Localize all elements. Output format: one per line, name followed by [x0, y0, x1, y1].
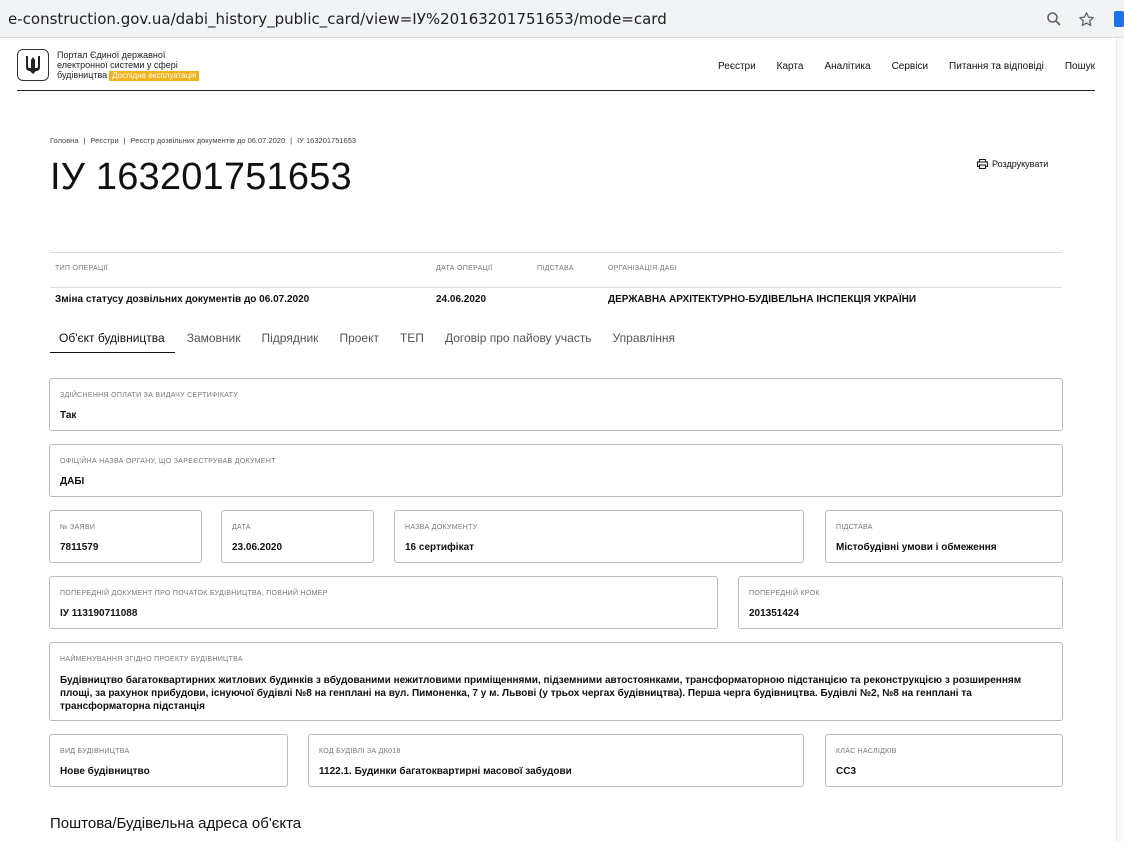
- print-button[interactable]: Роздрукувати: [977, 159, 1048, 169]
- field-value: Будівництво багатоквартирних житлових бу…: [60, 675, 1022, 712]
- field-label: КОД БУДІВЛІ ЗА ДК018: [319, 748, 401, 755]
- scrollbar[interactable]: [1116, 38, 1124, 842]
- section-title-address: Поштова/Будівельна адреса об'єкта: [50, 815, 302, 832]
- tab-tep[interactable]: ТЕП: [400, 329, 424, 353]
- tab-project[interactable]: Проект: [339, 329, 379, 353]
- cell-operation-type: Зміна статусу дозвільних документів до 0…: [55, 294, 310, 305]
- url-text[interactable]: e-construction.gov.ua/dabi_history_publi…: [8, 10, 667, 28]
- header-basis: ПІДСТАВА: [537, 265, 574, 272]
- field-value: 16 сертифікат: [405, 542, 475, 553]
- trident-logo-icon[interactable]: [17, 49, 49, 81]
- field-application-number: № ЗАЯВИ 7811579: [49, 510, 202, 563]
- field-label: ПІДСТАВА: [836, 524, 873, 531]
- field-value: ДАБІ: [60, 476, 85, 487]
- zoom-icon[interactable]: [1044, 9, 1064, 29]
- field-label: ВИД БУДІВНИЦТВА: [60, 748, 130, 755]
- printer-icon: [977, 159, 988, 169]
- cell-operation-date: 24.06.2020: [436, 294, 487, 305]
- field-label: ДАТА: [232, 524, 251, 531]
- field-consequence-class: КЛАС НАСЛІДКІВ СС3: [825, 734, 1063, 787]
- browser-address-bar[interactable]: e-construction.gov.ua/dabi_history_publi…: [0, 0, 1124, 38]
- field-basis: ПІДСТАВА Містобудівні умови і обмеження: [825, 510, 1063, 563]
- field-date: ДАТА 23.06.2020: [221, 510, 374, 563]
- field-label: № ЗАЯВИ: [60, 524, 96, 531]
- extension-icon[interactable]: [1114, 11, 1124, 27]
- nav-analytics[interactable]: Аналітика: [824, 61, 870, 72]
- bookmark-star-icon[interactable]: [1076, 9, 1096, 29]
- field-label: ОФІЦІЙНА НАЗВА ОРГАНУ, ЩО ЗАРЕЄСТРУВАВ Д…: [60, 458, 276, 465]
- field-previous-document: ПОПЕРЕДНІЙ ДОКУМЕНТ ПРО ПОЧАТОК БУДІВНИЦ…: [49, 576, 718, 629]
- field-construction-type: ВИД БУДІВНИЦТВА Нове будівництво: [49, 734, 288, 787]
- tab-equity-agreement[interactable]: Договір про пайову участь: [445, 329, 592, 353]
- portal-brand[interactable]: Портал Єдиної державної електронної сист…: [57, 50, 200, 81]
- field-label: ПОПЕРЕДНІЙ ДОКУМЕНТ ПРО ПОЧАТОК БУДІВНИЦ…: [60, 590, 328, 597]
- field-value: 201351424: [749, 608, 800, 619]
- page-title: ІУ 163201751653: [50, 156, 352, 198]
- field-payment: ЗДІЙСНЕННЯ ОПЛАТИ ЗА ВИДАЧУ СЕРТИФІКАТУ …: [49, 378, 1063, 431]
- tab-construction-object[interactable]: Об'єкт будівництва: [50, 329, 175, 353]
- nav-services[interactable]: Сервіси: [892, 61, 928, 72]
- field-label: ЗДІЙСНЕННЯ ОПЛАТИ ЗА ВИДАЧУ СЕРТИФІКАТУ: [60, 392, 239, 399]
- brand-line-3: будівництва: [57, 70, 108, 80]
- site-header: Портал Єдиної державної електронної сист…: [17, 48, 1095, 91]
- field-value: СС3: [836, 766, 857, 777]
- breadcrumb-registry[interactable]: Реєстр дозвільних документів до 06.07.20…: [131, 136, 286, 145]
- beta-badge: Дослідна експлуатація: [109, 71, 200, 81]
- operation-table: ТИП ОПЕРАЦІЇ ДАТА ОПЕРАЦІЇ ПІДСТАВА ОРГА…: [50, 252, 1062, 312]
- field-project-name: НАЙМЕНУВАННЯ ЗГІДНО ПРОЕКТУ БУДІВНИЦТВА …: [49, 642, 1063, 721]
- table-row: Зміна статусу дозвільних документів до 0…: [50, 288, 1062, 312]
- tab-management[interactable]: Управління: [613, 329, 675, 353]
- tab-customer[interactable]: Замовник: [187, 329, 241, 353]
- breadcrumb-home[interactable]: Головна: [50, 136, 79, 145]
- field-label: ПОПЕРЕДНІЙ КРОК: [749, 590, 820, 597]
- breadcrumb: Головна | Реєстри | Реєстр дозвільних докуме…: [50, 136, 357, 145]
- field-value: Містобудівні умови і обмеження: [836, 542, 997, 553]
- cell-organization: ДЕРЖАВНА АРХІТЕКТУРНО-БУДІВЕЛЬНА ІНСПЕКЦ…: [608, 294, 917, 305]
- header-operation-date: ДАТА ОПЕРАЦІЇ: [436, 265, 493, 272]
- brand-line-1: Портал Єдиної державної: [57, 50, 166, 60]
- nav-faq[interactable]: Питання та відповіді: [949, 61, 1044, 72]
- field-value: 7811579: [60, 542, 99, 553]
- print-label: Роздрукувати: [992, 159, 1049, 169]
- field-official-body: ОФІЦІЙНА НАЗВА ОРГАНУ, ЩО ЗАРЕЄСТРУВАВ Д…: [49, 444, 1063, 497]
- tab-contractor[interactable]: Підрядник: [262, 329, 319, 353]
- nav-map[interactable]: Карта: [777, 61, 804, 72]
- field-building-code: КОД БУДІВЛІ ЗА ДК018 1122.1. Будинки баг…: [308, 734, 804, 787]
- main-nav: Реєстри Карта Аналітика Сервіси Питання …: [697, 61, 1095, 72]
- brand-line-2: електронної системи у сфері: [57, 60, 178, 70]
- field-value: Так: [60, 410, 77, 421]
- field-label: НАЗВА ДОКУМЕНТУ: [405, 524, 478, 531]
- field-label: КЛАС НАСЛІДКІВ: [836, 748, 897, 755]
- tab-bar: Об'єкт будівництва Замовник Підрядник Пр…: [50, 329, 696, 353]
- field-value: Нове будівництво: [60, 766, 150, 777]
- field-label: НАЙМЕНУВАННЯ ЗГІДНО ПРОЕКТУ БУДІВНИЦТВА: [60, 656, 243, 663]
- field-value: 1122.1. Будинки багатоквартирні масової …: [319, 766, 572, 777]
- header-organization: ОРГАНІЗАЦІЯ ДАБІ: [608, 265, 677, 272]
- field-previous-step: ПОПЕРЕДНІЙ КРОК 201351424: [738, 576, 1063, 629]
- operation-table-header: ТИП ОПЕРАЦІЇ ДАТА ОПЕРАЦІЇ ПІДСТАВА ОРГА…: [50, 252, 1062, 288]
- breadcrumb-current: ІУ 163201751653: [297, 136, 357, 145]
- nav-search[interactable]: Пошук: [1065, 61, 1095, 72]
- field-value: ІУ 113190711088: [60, 608, 138, 619]
- nav-registries[interactable]: Реєстри: [718, 61, 756, 72]
- breadcrumb-registries[interactable]: Реєстри: [90, 136, 118, 145]
- field-document-name: НАЗВА ДОКУМЕНТУ 16 сертифікат: [394, 510, 804, 563]
- header-operation-type: ТИП ОПЕРАЦІЇ: [55, 265, 108, 272]
- field-value: 23.06.2020: [232, 542, 283, 553]
